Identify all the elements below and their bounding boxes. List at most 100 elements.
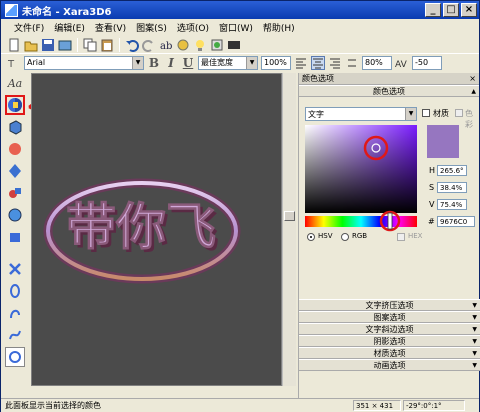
texture-tool[interactable] bbox=[5, 205, 25, 225]
bevel-tool[interactable] bbox=[5, 139, 25, 159]
v-field[interactable]: 75.4% bbox=[437, 199, 467, 210]
new-file-icon[interactable] bbox=[7, 38, 21, 52]
left-toolbar: Aa bbox=[5, 73, 27, 388]
view-icon[interactable] bbox=[227, 38, 241, 52]
svg-text:T: T bbox=[7, 59, 15, 70]
window-buttons: _ □ × bbox=[425, 3, 477, 17]
font-value: Arial bbox=[27, 58, 46, 67]
lighting-tool[interactable] bbox=[5, 161, 25, 181]
section-texture[interactable]: 材质选项 ▼ bbox=[299, 347, 480, 359]
chevron-down-icon: ▼ bbox=[472, 338, 477, 345]
menu-file[interactable]: 文件(F) bbox=[9, 21, 49, 34]
menu-edit[interactable]: 编辑(E) bbox=[49, 21, 90, 34]
font-icon: T bbox=[7, 56, 21, 70]
status-bar: 此面板显示当前选择的颜色 351 × 431 -29°:0°:1° bbox=[1, 398, 479, 412]
text-edit-icon[interactable]: ab bbox=[159, 38, 173, 52]
chevron-down-icon: ▼ bbox=[405, 108, 416, 120]
hsv-radio[interactable] bbox=[307, 233, 315, 241]
window-title: 未命名 - Xara3D6 bbox=[22, 6, 112, 18]
vertical-scrollbar[interactable] bbox=[282, 73, 296, 386]
zoom-value: 100% bbox=[264, 58, 287, 67]
text-tool-label: Aa bbox=[7, 76, 23, 90]
collapsed-sections: 文字挤压选项 ▼ 图案选项 ▼ 文字斜边选项 ▼ 阴影选项 ▼ 材质选项 ▼ 动画选项 ▼ bbox=[299, 299, 480, 371]
section-design[interactable]: 图案选项 ▼ bbox=[299, 311, 480, 323]
hex-label: # bbox=[428, 217, 435, 226]
line-spacing-icon bbox=[345, 56, 359, 70]
bold-button[interactable]: B bbox=[147, 56, 161, 70]
current-color-swatch bbox=[427, 125, 459, 158]
redo-icon[interactable] bbox=[142, 38, 156, 52]
text-tool[interactable]: Aa bbox=[5, 73, 25, 93]
section-bevel[interactable]: 文字斜边选项 ▼ bbox=[299, 323, 480, 335]
rgb-radio[interactable] bbox=[341, 233, 349, 241]
anim-tool-2[interactable] bbox=[5, 281, 25, 301]
section-extrude[interactable]: 文字挤压选项 ▼ bbox=[299, 299, 480, 311]
anim-tool-5[interactable] bbox=[5, 347, 25, 367]
color-tool[interactable] bbox=[5, 95, 25, 115]
material-checkbox[interactable] bbox=[422, 109, 430, 117]
color-section-header[interactable]: 颜色选项 ▲ bbox=[299, 85, 479, 97]
paste-icon[interactable] bbox=[100, 38, 114, 52]
shadow-tool[interactable] bbox=[5, 183, 25, 203]
anim-tool-3[interactable] bbox=[5, 303, 25, 323]
v-label: V bbox=[429, 200, 435, 209]
hex-checkbox bbox=[397, 233, 405, 241]
undo-icon[interactable] bbox=[125, 38, 139, 52]
section-animation[interactable]: 动画选项 ▼ bbox=[299, 359, 480, 371]
menu-help[interactable]: 帮助(H) bbox=[258, 21, 300, 34]
chevron-up-icon: ▲ bbox=[471, 88, 476, 95]
minimize-button[interactable]: _ bbox=[425, 3, 441, 17]
section-shadow[interactable]: 阴影选项 ▼ bbox=[299, 335, 480, 347]
width-mode-value: 最佳宽度 bbox=[201, 58, 233, 67]
scrollbar-thumb[interactable] bbox=[284, 211, 295, 221]
s-field[interactable]: 38.4% bbox=[437, 182, 467, 193]
svg-text:ab: ab bbox=[160, 41, 172, 52]
wave-icon bbox=[9, 330, 21, 340]
section-animation-label: 动画选项 bbox=[373, 361, 406, 370]
target-select[interactable]: 文字 ▼ bbox=[305, 107, 417, 121]
x-spin-icon bbox=[9, 263, 21, 275]
menu-design[interactable]: 图案(S) bbox=[131, 21, 172, 34]
h-field[interactable]: 265.6° bbox=[437, 165, 467, 176]
chevron-down-icon: ▼ bbox=[246, 56, 257, 69]
underline-button[interactable]: U bbox=[181, 56, 195, 70]
globe-icon bbox=[8, 208, 22, 222]
font-select[interactable]: Arial ▼ bbox=[24, 55, 144, 70]
design-tool[interactable] bbox=[5, 227, 25, 247]
hex-check-label: HEX bbox=[408, 232, 423, 240]
width-mode-select[interactable]: 最佳宽度 ▼ bbox=[198, 55, 258, 70]
align-left-icon[interactable] bbox=[294, 56, 308, 70]
align-center-icon[interactable] bbox=[311, 55, 325, 70]
close-button[interactable]: × bbox=[461, 3, 477, 17]
menu-options[interactable]: 选项(O) bbox=[172, 21, 214, 34]
maximize-button[interactable]: □ bbox=[443, 3, 459, 17]
saturation-value-field[interactable] bbox=[305, 125, 417, 213]
section-design-label: 图案选项 bbox=[373, 313, 406, 322]
panel-close-icon[interactable]: × bbox=[469, 73, 476, 85]
export-icon[interactable] bbox=[58, 38, 72, 52]
menu-window[interactable]: 窗口(W) bbox=[214, 21, 258, 34]
italic-button[interactable]: I bbox=[164, 56, 178, 70]
copy-icon[interactable] bbox=[83, 38, 97, 52]
anim-tool-4[interactable] bbox=[5, 325, 25, 345]
anim-tool-1[interactable] bbox=[5, 259, 25, 279]
save-icon[interactable] bbox=[41, 38, 55, 52]
rgb-label: RGB bbox=[352, 232, 368, 240]
kerning-select[interactable]: -50 bbox=[412, 55, 442, 70]
open-folder-icon[interactable] bbox=[24, 38, 38, 52]
line-spacing-select[interactable]: 80% bbox=[362, 55, 392, 70]
animation-icon[interactable] bbox=[210, 38, 224, 52]
section-shadow-label: 阴影选项 bbox=[373, 337, 406, 346]
align-right-icon[interactable] bbox=[328, 56, 342, 70]
loop-icon bbox=[9, 351, 21, 363]
design-canvas[interactable]: 带你飞 带你飞 bbox=[31, 73, 282, 386]
swing-icon bbox=[10, 309, 20, 319]
hex-field[interactable]: 9676C0 bbox=[437, 216, 475, 227]
extrude-tool[interactable] bbox=[5, 117, 25, 137]
canvas-graphic: 带你飞 带你飞 bbox=[43, 178, 241, 284]
light-icon[interactable] bbox=[193, 38, 207, 52]
menu-view[interactable]: 查看(V) bbox=[90, 21, 131, 34]
color-icon[interactable] bbox=[176, 38, 190, 52]
zoom-select[interactable]: 100% bbox=[261, 55, 291, 70]
svg-text:AV: AV bbox=[395, 60, 408, 70]
